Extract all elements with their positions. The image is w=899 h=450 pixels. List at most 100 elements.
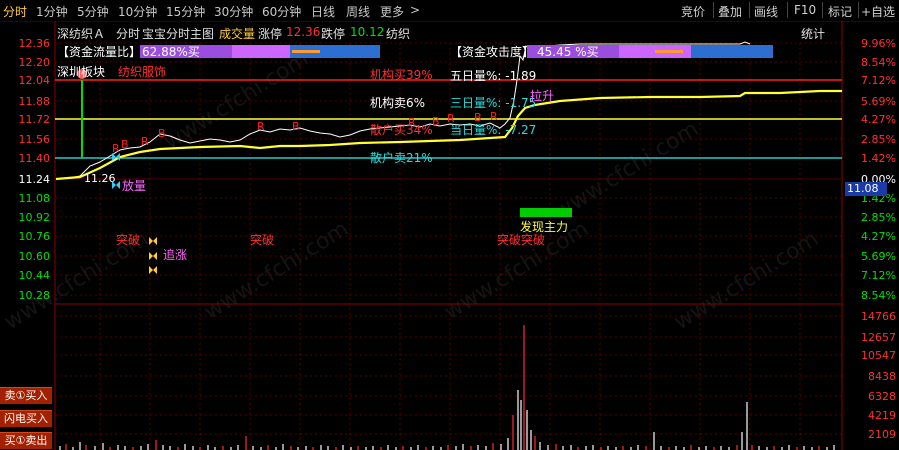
tab-weekly[interactable]: 周线 — [346, 3, 370, 20]
flow-bar-orange — [292, 50, 320, 53]
pct-tick-label: 5.69% — [861, 95, 896, 108]
pct-tick-label: 8.54% — [861, 289, 896, 302]
signal-marker: B — [432, 115, 440, 128]
main-force-label: 发现主力 — [520, 219, 568, 234]
pct-tick-label: 2.85% — [861, 211, 896, 224]
five-day-volume-label: 五日量%: -1.89 — [450, 69, 536, 83]
butterfly-icon — [149, 252, 157, 260]
pct-tick-label: 4.27% — [861, 113, 896, 126]
watermark-text: www.cfchi.com — [200, 216, 353, 325]
pct-tick-label: 7.12% — [861, 74, 896, 87]
signal-marker: B — [121, 138, 129, 151]
tab-60min[interactable]: 60分钟 — [262, 3, 301, 20]
open-price-label: 11.26 — [84, 172, 116, 185]
volume-tick-label: 10547 — [861, 349, 896, 362]
chart-grid — [54, 21, 843, 450]
watermark-text: www.cfchi.com — [550, 116, 703, 225]
tab-daily[interactable]: 日线 — [311, 3, 335, 20]
retail-sell-label: 散户卖21% — [370, 150, 433, 165]
price-tick-label: 12.04 — [19, 74, 51, 87]
signal-marker: R — [447, 112, 455, 125]
divider — [858, 2, 859, 18]
price-lines — [55, 41, 842, 181]
attack-bar-orange — [655, 50, 683, 53]
buy1-sell-button[interactable]: 买①卖出 — [0, 432, 52, 449]
f10-button[interactable]: F10 — [794, 3, 816, 17]
price-tick-label: 10.92 — [19, 211, 51, 224]
tab-15min[interactable]: 15分钟 — [166, 3, 205, 20]
signal-marker: R — [490, 110, 498, 123]
pct-tick-label: 9.96% — [861, 37, 896, 50]
price-tick-label: 10.44 — [19, 269, 51, 282]
price-tick-label: 10.60 — [19, 250, 51, 263]
draw-line-button[interactable]: 画线 — [754, 3, 778, 20]
price-tick-label: 10.76 — [19, 230, 51, 243]
flow-bar-light — [232, 45, 290, 58]
volume-bars — [59, 325, 835, 450]
divider — [749, 2, 750, 18]
attack-label: 【资金攻击度】 — [450, 44, 534, 59]
tab-1min[interactable]: 1分钟 — [36, 3, 68, 20]
chevron-right-icon[interactable]: > — [410, 3, 420, 17]
divider — [787, 2, 788, 18]
volume-tick-label: 14766 — [861, 310, 896, 323]
pct-tick-label: 8.54% — [861, 56, 896, 69]
divider — [713, 2, 714, 18]
three-day-volume-label: 三日量%: -1.75 — [450, 96, 536, 110]
mark-button[interactable]: 标记 — [828, 3, 852, 20]
flow-label: 【资金流量比】 — [57, 44, 141, 59]
surge-label: 拉升 — [530, 88, 554, 103]
tab-10min[interactable]: 10分钟 — [118, 3, 157, 20]
shrink-label: 放量 — [122, 178, 146, 193]
price-tick-label: 11.72 — [19, 113, 51, 126]
price-tick-label: 12.36 — [19, 37, 51, 50]
main-force-bar — [520, 208, 572, 217]
price-tick-label: 11.88 — [19, 95, 51, 108]
tab-more[interactable]: 更多 — [380, 3, 404, 20]
pct-tick-label: 1.42% — [861, 152, 896, 165]
breakthrough-label: 突破 — [250, 232, 274, 247]
industry-label: 纺织服饰 — [118, 65, 166, 79]
tab-30min[interactable]: 30分钟 — [214, 3, 253, 20]
stock-tag-label: 深圳板块 — [57, 65, 105, 79]
retail-buy-label: 散户买34% — [370, 122, 433, 137]
signal-marker: B — [158, 127, 166, 140]
attack-bar-blue — [691, 45, 773, 58]
signal-marker: R — [257, 120, 265, 133]
pct-tick-label: 2.85% — [861, 133, 896, 146]
butterfly-icon — [149, 237, 157, 245]
inst-sell-label: 机构卖6% — [370, 95, 425, 110]
tab-5min[interactable]: 5分钟 — [77, 3, 109, 20]
flash-buy-button[interactable]: 闪电买入 — [0, 410, 52, 427]
signal-marker: B — [474, 111, 482, 124]
pct-tick-label: 7.12% — [861, 269, 896, 282]
add-watchlist-button[interactable]: +自选 — [861, 3, 895, 20]
overlay-button[interactable]: 叠加 — [718, 3, 742, 20]
butterfly-icon — [149, 266, 157, 274]
price-tick-label: 12.20 — [19, 56, 51, 69]
price-tick-label: 11.08 — [19, 192, 51, 205]
tab-intraday[interactable]: 分时 — [3, 3, 27, 20]
price-tick-label: 11.56 — [19, 133, 51, 146]
breakthrough-label: 突破 — [116, 232, 140, 247]
intraday-chart[interactable]: www.cfchi.com www.cfchi.com www.cfchi.com w… — [0, 21, 899, 450]
sell1-buy-button[interactable]: 卖①买入 — [0, 387, 52, 404]
attack-value: 45.45 %买 — [537, 45, 599, 59]
price-tick-label: 11.40 — [19, 152, 51, 165]
price-tick-label: 11.24 — [19, 173, 51, 186]
volume-tick-label: 6328 — [868, 390, 896, 403]
volume-tick-label: 12657 — [861, 331, 896, 344]
signal-marker: R — [141, 135, 149, 148]
butterfly-icon — [112, 181, 120, 189]
timeframe-toolbar: 分时 1分钟 5分钟 10分钟 15分钟 30分钟 60分钟 日线 周线 更多 … — [0, 0, 899, 22]
inst-buy-label: 机构买39% — [370, 67, 433, 82]
auction-button[interactable]: 竞价 — [681, 3, 705, 20]
pct-tick-label: 4.27% — [861, 230, 896, 243]
signal-marker: R — [112, 142, 120, 155]
pct-tick-label: 5.69% — [861, 250, 896, 263]
volume-tick-label: 8438 — [868, 370, 896, 383]
breakthrough-label: 突破突破 — [497, 232, 545, 247]
signal-marker: R — [408, 116, 416, 129]
flow-value: 62.88%买 — [142, 45, 200, 59]
divider — [822, 2, 823, 18]
